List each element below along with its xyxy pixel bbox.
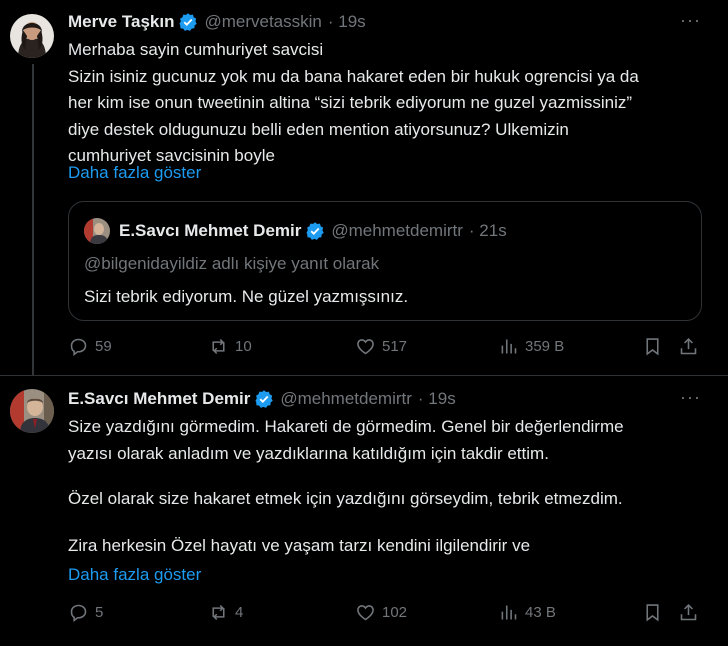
repost-button[interactable]: 4 [208, 602, 243, 623]
quote-header: E.Savcı Mehmet Demir @mehmetdemirtr · 21… [119, 221, 507, 241]
tweet-actions: 59 10 517 359 B [68, 336, 708, 360]
tweet-text: Size yazdığını görmedim. Hakareti de gör… [68, 414, 718, 559]
tweet-line: Sizin isiniz gucunuz yok mu da bana haka… [68, 66, 639, 86]
views-bar-chart-icon [501, 605, 517, 620]
bookmark-icon [646, 338, 659, 356]
share-button[interactable] [678, 336, 699, 357]
more-options-icon[interactable]: ··· [680, 10, 701, 31]
bookmark-button[interactable] [642, 602, 663, 623]
views-button[interactable]: 43 B [498, 602, 556, 623]
heart-icon [357, 605, 374, 621]
avatar-merve[interactable] [10, 14, 54, 58]
tweet-line: yazısı olarak anladım ve yazdıklarına ka… [68, 443, 549, 463]
timestamp[interactable]: · 19s [328, 12, 366, 32]
bookmark-button[interactable] [642, 336, 663, 357]
tweet-line: diye destek oldugunuzu belli eden mentio… [68, 119, 569, 139]
repost-count: 4 [235, 604, 244, 621]
tweet-line: Merhaba sayin cumhuriyet savcisi [68, 40, 324, 59]
quote-text: Sizi tebrik ediyorum. Ne güzel yazmışsın… [84, 287, 409, 306]
reply-button[interactable]: 59 [68, 336, 112, 357]
reply-button[interactable]: 5 [68, 602, 103, 623]
like-button[interactable]: 517 [355, 336, 407, 357]
like-count: 102 [382, 604, 408, 621]
repost-button[interactable]: 10 [208, 336, 252, 357]
tweet-line: Özel olarak size hakaret etmek için yazd… [68, 489, 623, 508]
verified-badge-icon [179, 13, 198, 31]
views-bar-chart-icon [501, 339, 517, 354]
tweet-line: her kim ise onun tweetinin altina “sizi … [68, 93, 633, 112]
repost-icon [212, 604, 225, 621]
tweet-line [68, 513, 718, 533]
tweet-header: Merve Taşkın @mervetasskin · 19s [68, 12, 366, 32]
like-button[interactable]: 102 [355, 602, 407, 623]
timestamp[interactable]: · 19s [418, 389, 456, 409]
heart-icon [357, 339, 374, 355]
author-handle[interactable]: @mervetasskin [204, 12, 321, 32]
tweet-2[interactable]: E.Savcı Mehmet Demir @mehmetdemirtr · 19… [0, 376, 728, 646]
thread-line [32, 64, 34, 375]
views-button[interactable]: 359 B [498, 336, 564, 357]
show-more-link[interactable]: Daha fazla göster [68, 565, 201, 585]
reply-icon [70, 604, 87, 622]
reply-context: @bilgenidayildiz adlı kişiye yanıt olara… [84, 254, 380, 273]
tweet-line: Size yazdığını görmedim. Hakareti de gör… [68, 417, 624, 436]
share-icon [680, 337, 697, 355]
verified-badge-icon [255, 390, 274, 408]
tweet-1[interactable]: Merve Taşkın @mervetasskin · 19s ··· Mer… [0, 0, 728, 375]
show-more-link[interactable]: Daha fazla göster [68, 163, 201, 183]
share-icon [680, 603, 697, 621]
quote-avatar[interactable] [84, 218, 110, 244]
tweet-line [68, 467, 718, 486]
tweet-header: E.Savcı Mehmet Demir @mehmetdemirtr · 19… [68, 389, 456, 409]
more-options-icon[interactable]: ··· [680, 387, 701, 408]
repost-icon [212, 338, 225, 355]
reply-count: 59 [95, 338, 112, 355]
quote-timestamp: · 21s [468, 221, 507, 240]
quoted-tweet[interactable]: E.Savcı Mehmet Demir @mehmetdemirtr · 21… [68, 201, 702, 321]
bookmark-icon [646, 604, 659, 622]
share-button[interactable] [678, 602, 699, 623]
view-count: 43 B [525, 604, 556, 621]
view-count: 359 B [525, 338, 565, 355]
quote-author-name[interactable]: E.Savcı Mehmet Demir [119, 221, 301, 241]
tweet-line: Zira herkesin Özel hayatı ve yaşam tarzı… [68, 535, 531, 555]
author-handle[interactable]: @mehmetdemirtr [280, 389, 412, 409]
quote-author-handle[interactable]: @mehmetdemirtr [331, 221, 463, 241]
like-count: 517 [382, 338, 408, 355]
author-name[interactable]: E.Savcı Mehmet Demir [68, 389, 250, 409]
reply-icon [70, 338, 87, 356]
reply-count: 5 [95, 604, 104, 621]
verified-badge-icon [306, 222, 325, 240]
author-name[interactable]: Merve Taşkın [68, 12, 174, 32]
tweet-actions: 5 4 102 43 B [68, 602, 708, 626]
repost-count: 10 [235, 338, 252, 355]
avatar-mehmet[interactable] [10, 389, 54, 433]
tweet-text: Merhaba sayin cumhuriyet savcisi Sizin i… [68, 37, 718, 170]
